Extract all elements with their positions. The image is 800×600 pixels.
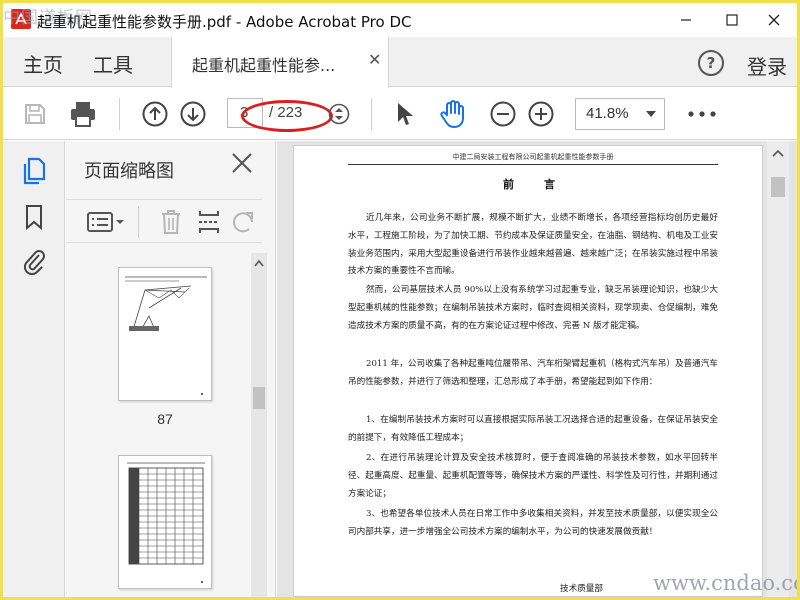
pdf-page: 中建二局安装工程有限公司起重机起重性能参数手册 前言 近几年来，公司业务不断扩展… (293, 145, 763, 597)
page-thumbnails-button[interactable] (20, 157, 48, 185)
zoom-select[interactable]: 41.8% (575, 98, 665, 130)
select-tool-button[interactable] (391, 100, 419, 128)
minimize-button[interactable] (663, 3, 709, 37)
arrow-up-circle-icon (142, 101, 168, 127)
save-icon (25, 104, 45, 124)
scroll-up-icon (254, 259, 264, 267)
paragraph: 1、在编制吊装技术方案时可以直接根据实际吊装工况选择合适的起重设备，在保证吊装安… (348, 415, 718, 443)
panel-scrollbar[interactable] (251, 253, 267, 597)
panel-title: 页面缩略图 (84, 161, 174, 182)
paragraph: 2011 年，公司收集了各种起重吨位履带吊、汽车桁架臂起重机（格构式汽车吊）及普… (348, 359, 718, 387)
zoom-out-button[interactable] (489, 100, 517, 128)
close-icon (232, 153, 252, 173)
next-page-button[interactable] (179, 100, 207, 128)
page-thumbnail[interactable] (118, 267, 212, 401)
page-heading: 前言 (503, 178, 585, 191)
crop-pages-icon (199, 211, 219, 233)
arrow-down-circle-icon (180, 101, 206, 127)
thumbnail-preview (127, 462, 205, 583)
thumbnail-page-number: 87 (157, 411, 173, 427)
document-scrollbar-thumb[interactable] (771, 177, 785, 197)
bookmark-icon (26, 205, 42, 230)
help-button[interactable]: ? (698, 50, 724, 76)
cursor-arrow-icon (398, 103, 413, 125)
panel-divider (138, 206, 139, 238)
bookmarks-button[interactable] (20, 203, 48, 231)
trash-icon (162, 210, 180, 234)
maximize-button[interactable] (709, 3, 755, 37)
tab-bar: 主页 工具 起重机起重性能参... ✕ ? 登录 (3, 37, 797, 88)
title-bar: 中国道板网 起重机起重性能参数手册.pdf - Adobe Acrobat Pr… (3, 3, 797, 37)
thumbnail-options-button[interactable] (84, 208, 128, 236)
save-button[interactable] (21, 100, 49, 128)
chevron-down-icon (646, 111, 656, 117)
tab-document[interactable]: 起重机起重性能参... ✕ (171, 37, 389, 88)
panel-toolbar (66, 199, 262, 243)
crop-pages-button[interactable] (194, 208, 224, 236)
acrobat-window: 中国道板网 起重机起重性能参数手册.pdf - Adobe Acrobat Pr… (3, 3, 797, 597)
hand-icon (440, 100, 464, 128)
thumbnails-panel: 页面缩略图 87 (66, 141, 276, 597)
navigation-rail (3, 141, 65, 597)
zoom-in-icon (528, 101, 554, 127)
signature-line: 技术质量部 (560, 584, 603, 594)
options-menu-icon (87, 212, 124, 232)
hand-tool-button[interactable] (439, 100, 467, 128)
close-window-button[interactable] (751, 3, 797, 37)
printer-icon (71, 102, 95, 127)
close-icon (768, 14, 780, 26)
previous-page-button[interactable] (141, 100, 169, 128)
paperclip-icon (23, 250, 45, 275)
tab-home[interactable]: 主页 (23, 49, 63, 78)
scroll-up-icon (772, 149, 784, 157)
page-thumbnails-icon (23, 157, 46, 185)
running-head: 中建二局安装工程有限公司起重机起重性能参数手册 (348, 152, 718, 165)
zoom-out-icon (490, 101, 516, 127)
page-thumbnail[interactable] (118, 455, 212, 589)
document-scrollbar[interactable] (767, 141, 789, 597)
toolbar-divider (371, 98, 372, 130)
rotate-pages-button[interactable] (230, 208, 256, 236)
panel-scrollbar-thumb[interactable] (253, 387, 265, 409)
document-view: 中建二局安装工程有限公司起重机起重性能参数手册 前言 近几年来，公司业务不断扩展… (277, 141, 797, 597)
minimize-icon (681, 19, 691, 21)
paragraph: 3、也希望各单位技术人员在日常工作中多收集相关资料，并发至技术质量部，以便实现全… (348, 509, 718, 537)
thumbnail-preview (125, 276, 207, 395)
toolbar-divider (119, 98, 120, 130)
window-title: 起重机起重性能参数手册.pdf - Adobe Acrobat Pro DC (37, 13, 412, 31)
close-tab-icon[interactable]: ✕ (368, 50, 381, 69)
paragraph: 2、在进行吊装理论计算及安全技术核算时，便于查阅准确的吊装技术参数，如水平回转半… (348, 453, 718, 499)
document-tab-label: 起重机起重性能参... (192, 56, 336, 75)
close-panel-button[interactable] (230, 151, 258, 179)
spinner-icon (328, 103, 350, 125)
page-spinner[interactable] (325, 100, 353, 128)
more-tools-button[interactable] (685, 100, 719, 128)
tab-tools[interactable]: 工具 (93, 49, 133, 78)
zoom-in-button[interactable] (527, 100, 555, 128)
print-button[interactable] (69, 100, 97, 128)
zoom-value: 41.8% (586, 105, 629, 122)
site-watermark: www.cndao.com (653, 571, 797, 595)
delete-pages-button[interactable] (156, 208, 186, 236)
rotate-icon (233, 212, 253, 233)
paragraph: 然而，公司基层技术人员 90%以上没有系统学习过起重专业，缺乏吊装理论知识，也缺… (348, 285, 718, 331)
paragraph: 近几年来，公司业务不断扩展，规模不断扩大，业绩不断增长，各项经营指标均创历史最好… (348, 213, 718, 277)
red-annotation-ellipse (241, 100, 333, 132)
more-dots-icon (688, 111, 716, 117)
maximize-icon (726, 14, 738, 26)
login-button[interactable]: 登录 (747, 51, 787, 80)
attachments-button[interactable] (20, 247, 48, 275)
main-toolbar: 3 / 223 41.8% (3, 88, 797, 140)
